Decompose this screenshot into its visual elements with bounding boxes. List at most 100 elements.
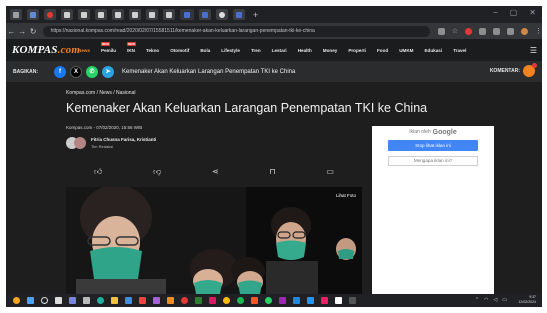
new-tab-button[interactable]: + (253, 10, 258, 20)
author-avatar[interactable] (74, 137, 86, 149)
browser-tab[interactable] (216, 9, 228, 20)
nav-item-lifestyle[interactable]: Lifestyle (221, 48, 240, 53)
nav-item-travel[interactable]: Travel (453, 48, 466, 53)
view-photo-link[interactable]: Lihat Foto (336, 193, 356, 198)
breadcrumb[interactable]: Kompas.com / News / Nasional (66, 90, 135, 96)
app-icon[interactable] (237, 297, 244, 304)
address-bar[interactable]: https://nasional.kompas.com/read/2020/02… (42, 25, 430, 37)
share-icon[interactable]: ⋖ (212, 167, 219, 177)
file-explorer-icon[interactable] (111, 297, 118, 304)
dislike-icon[interactable]: 👎︎ (153, 167, 161, 177)
whatsapp-icon[interactable]: ✆ (86, 65, 98, 78)
bookmark-star-icon[interactable]: ☆ (452, 27, 458, 35)
app-icon[interactable] (153, 297, 160, 304)
window-controls: − ▢ ✕ (493, 8, 536, 17)
nav-item-pemilu[interactable]: Pemilu NEW (101, 41, 116, 53)
app-icon[interactable] (307, 297, 314, 304)
app-icon[interactable] (251, 297, 258, 304)
hamburger-menu-icon[interactable]: ☰ (530, 46, 537, 55)
nav-item-ikn[interactable]: IKN NEW (127, 41, 137, 53)
camera-app-icon[interactable] (83, 297, 90, 304)
maximize-button[interactable]: ▢ (510, 8, 518, 17)
close-button[interactable]: ✕ (529, 8, 536, 17)
extension-icon[interactable] (493, 27, 500, 35)
browser-tab-active[interactable] (180, 9, 194, 20)
article-photo[interactable]: Lihat Foto (66, 187, 362, 294)
app-icon[interactable] (195, 297, 202, 304)
reload-icon[interactable]: ↻ (28, 27, 39, 36)
browser-tab[interactable] (163, 9, 175, 20)
nav-item-health[interactable]: Health (298, 48, 312, 53)
app-icon[interactable] (335, 297, 342, 304)
author-name[interactable]: Fitria Chusna Farisa, Kristianti (91, 137, 156, 142)
browser-tab[interactable] (78, 9, 90, 20)
article-content: Kompas.com / News / Nasional Kemenaker A… (6, 82, 542, 294)
app-icon[interactable] (321, 297, 328, 304)
nav-item-tekno[interactable]: Tekno (146, 48, 159, 53)
comment-bubble-icon[interactable]: ▭ (326, 167, 334, 177)
chrome-icon[interactable] (223, 297, 230, 304)
app-icon[interactable] (139, 297, 146, 304)
app-icon[interactable] (279, 297, 286, 304)
telegram-icon[interactable]: ➤ (102, 65, 114, 78)
widgets-icon[interactable] (13, 297, 20, 304)
app-icon[interactable] (293, 297, 300, 304)
volume-icon[interactable]: ◁ (493, 297, 497, 303)
extension-icon[interactable] (465, 27, 472, 35)
nav-item-food[interactable]: Food (377, 48, 388, 53)
browser-tab[interactable] (44, 9, 56, 20)
nav-item-tren[interactable]: Tren (251, 48, 261, 53)
browser-tab[interactable] (146, 9, 158, 20)
app-icon[interactable] (265, 297, 272, 304)
facebook-icon[interactable]: f (54, 65, 66, 78)
edge-icon[interactable] (97, 297, 104, 304)
like-icon[interactable]: 👍︎ (94, 167, 102, 177)
search-icon[interactable] (41, 297, 48, 304)
browser-tab[interactable] (27, 9, 39, 20)
minimize-button[interactable]: − (493, 8, 498, 17)
profile-icon[interactable] (521, 27, 528, 35)
app-icon[interactable] (181, 297, 188, 304)
app-icon[interactable] (209, 297, 216, 304)
bookmark-icon[interactable]: ⊓ (269, 167, 275, 177)
clock[interactable]: 9:37 12/02/2024 (518, 295, 536, 305)
back-icon[interactable]: ← (6, 27, 17, 36)
battery-icon[interactable]: ▭ (502, 297, 507, 303)
nav-item-otomotif[interactable]: Otomotif (170, 48, 189, 53)
browser-tab[interactable] (95, 9, 107, 20)
nav-item-umkm[interactable]: UMKM (399, 48, 413, 53)
menu-kebab-icon[interactable]: ⋮ (535, 27, 542, 35)
browser-tab[interactable] (112, 9, 124, 20)
nav-item-edukasi[interactable]: Edukasi (424, 48, 442, 53)
nav-item-bola[interactable]: Bola (200, 48, 210, 53)
app-icon[interactable] (167, 297, 174, 304)
browser-tab[interactable] (233, 9, 245, 20)
translate-icon[interactable] (437, 27, 445, 35)
why-ad-button[interactable]: Mengapa iklan ini? (388, 156, 478, 166)
x-twitter-icon[interactable]: X (70, 65, 82, 78)
extension-icon[interactable] (479, 27, 486, 35)
browser-tab[interactable] (129, 9, 141, 20)
site-logo[interactable]: KOMPAS.com (12, 44, 80, 56)
stop-ad-button[interactable]: Stop lihat iklan ini (388, 140, 478, 151)
start-windows-icon[interactable] (27, 297, 34, 304)
app-icon[interactable] (349, 297, 356, 304)
wifi-icon[interactable]: ◠ (484, 297, 488, 303)
sidebar-icon[interactable] (507, 27, 514, 35)
forward-icon[interactable]: → (17, 27, 28, 36)
browser-tab[interactable] (199, 9, 211, 20)
nav-item-properti[interactable]: Properti (348, 48, 366, 53)
comment-label[interactable]: KOMENTAR: (490, 68, 520, 74)
system-tray: ⌃ ◠ ◁ ▭ (475, 297, 507, 303)
comment-icon[interactable] (523, 63, 537, 77)
browser-tab[interactable] (10, 9, 22, 20)
store-icon[interactable] (125, 297, 132, 304)
article-meta: Kompas.com - 07/02/2020, 15:56 WIB (66, 125, 143, 130)
tray-chevron-icon[interactable]: ⌃ (475, 297, 479, 303)
nav-item-news[interactable]: News (78, 48, 90, 53)
chat-icon[interactable] (69, 297, 76, 304)
nav-item-lestari[interactable]: Lestari (272, 48, 287, 53)
browser-tab[interactable] (61, 9, 73, 20)
nav-item-money[interactable]: Money (323, 48, 338, 53)
task-view-icon[interactable] (55, 297, 62, 304)
